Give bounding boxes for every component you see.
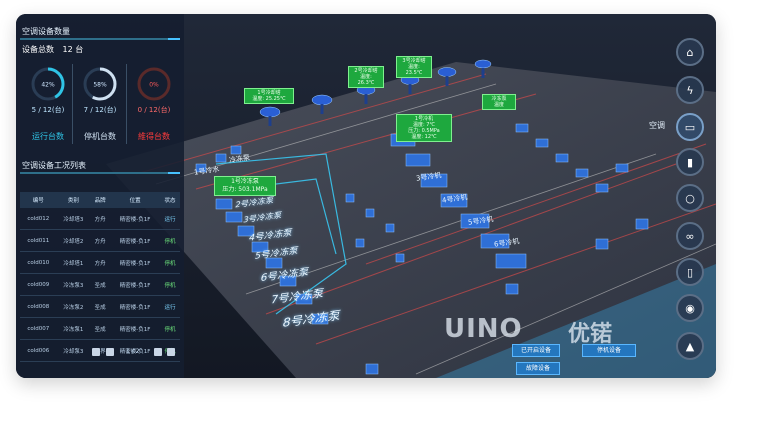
home-icon[interactable]: ⌂ (676, 38, 704, 66)
svg-text:42%: 42% (41, 82, 55, 89)
stopped-gauge: 58% (83, 67, 117, 101)
legend-fault[interactable]: 故障设备 (516, 362, 560, 375)
device-table: 编号 类别 品牌 位置 状态 cold012 冷却塔3 方舟 精密楼-负1F 运行 co… (20, 192, 180, 362)
alarm-icon[interactable]: ▲ (676, 332, 704, 360)
total-count: 设备总数 12 台 (22, 45, 84, 54)
page-indicator: 1 / 2 (126, 348, 140, 355)
svg-text:58%: 58% (93, 82, 107, 89)
legend-stopped[interactable]: 停机设备 (582, 344, 636, 357)
legend-running[interactable]: 已开启设备 (512, 344, 560, 357)
chiller-sign[interactable]: 1号冷机 温度: 7℃ 压力: 0.5MPa 温度: 12℃ (396, 114, 452, 142)
power-icon[interactable]: ◉ (676, 294, 704, 322)
prev-page-button[interactable] (106, 348, 114, 356)
pump-sign-right[interactable]: 冷冻泵 温度 (482, 94, 516, 110)
left-panel: 空调设备数量 设备总数 12 台 42% 58% 0% 5 / 12(台) 7 … (16, 14, 184, 378)
tower-sign[interactable]: 2号冷却塔 温度: 26.3℃ (348, 66, 384, 88)
list-title: 空调设备工况列表 (22, 161, 86, 170)
svg-text:0%: 0% (149, 82, 159, 89)
fault-label: 維得台数 (138, 132, 170, 141)
lightning-icon[interactable]: ϟ (676, 76, 704, 104)
table-row[interactable]: cold008 冷冻泵2 圣成 精密楼-负1F 运行 (20, 295, 180, 318)
table-row[interactable]: cold009 冷冻泵3 圣成 精密楼-负1F 停机 (20, 273, 180, 296)
stopped-value: 7 / 12(台) (83, 106, 117, 114)
running-label: 运行台数 (32, 132, 64, 141)
stopped-label: 停机台数 (84, 132, 116, 141)
nav-active-label: 空调 (649, 121, 665, 130)
bulb-icon[interactable]: ○ (676, 184, 704, 212)
link-icon[interactable]: ∞ (676, 222, 704, 250)
divider (20, 172, 180, 174)
divider (20, 38, 180, 40)
pump-pressure-sign[interactable]: 1号冷冻泵 压力: 503.1MPa (214, 176, 276, 196)
running-gauge: 42% (31, 67, 65, 101)
uino-logo: UINO (444, 314, 523, 344)
last-page-button[interactable] (167, 348, 175, 356)
first-page-button[interactable] (92, 348, 100, 356)
count-title: 空调设备数量 (22, 27, 70, 36)
door-icon[interactable]: ▯ (676, 258, 704, 286)
next-page-button[interactable] (154, 348, 162, 356)
table-row[interactable]: cold011 冷却塔2 方舟 精密楼-负1F 停机 (20, 229, 180, 252)
hvac-icon[interactable]: ▭ (676, 113, 704, 141)
table-row[interactable]: cold007 冷冻泵1 圣成 精密楼-负1F 停机 (20, 317, 180, 340)
chart-icon[interactable]: ▮ (676, 148, 704, 176)
app-window: 1号冷却塔 温度: 25.25℃ 2号冷却塔 温度: 26.3℃ 3号冷却塔 温… (16, 14, 716, 378)
fault-value: 0 / 12(台) (137, 106, 171, 114)
fault-gauge: 0% (137, 67, 171, 101)
tower-sign[interactable]: 1号冷却塔 温度: 25.25℃ (244, 88, 294, 104)
running-value: 5 / 12(台) (31, 106, 65, 114)
table-row[interactable]: cold010 冷却塔1 方舟 精密楼-负1F 停机 (20, 251, 180, 274)
tower-sign[interactable]: 3号冷却塔 温度: 23.5℃ (396, 56, 432, 78)
table-row[interactable]: cold012 冷却塔3 方舟 精密楼-负1F 运行 (20, 208, 180, 230)
table-header-row: 编号 类别 品牌 位置 状态 (20, 192, 180, 208)
